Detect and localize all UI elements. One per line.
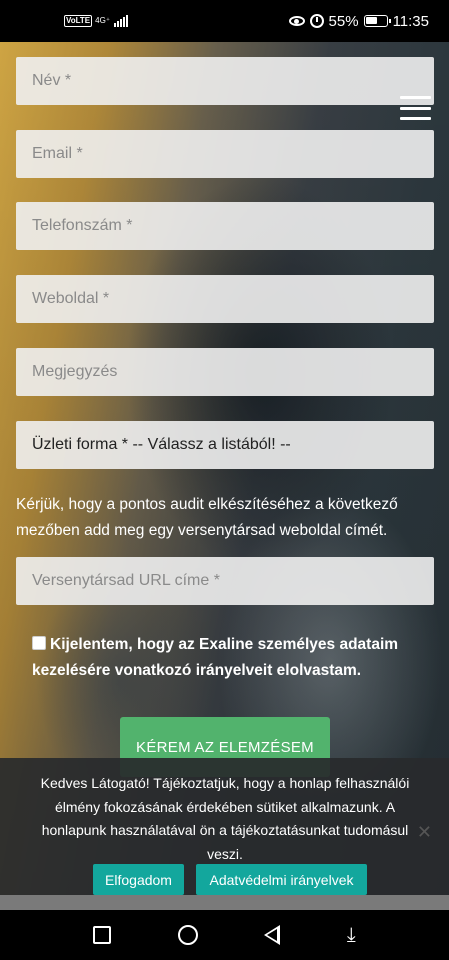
status-right: 55% 11:35 bbox=[288, 12, 429, 30]
eye-comfort-icon bbox=[288, 16, 305, 26]
status-left: VoLTE 4G⁺ bbox=[64, 15, 129, 27]
volte-badge: VoLTE bbox=[64, 15, 93, 27]
accept-cookies-button[interactable]: Elfogadom bbox=[93, 864, 184, 895]
consent-label[interactable]: Kijelentem, hogy az Exaline személyes ad… bbox=[32, 636, 398, 679]
consent-row: Kijelentem, hogy az Exaline személyes ad… bbox=[32, 632, 422, 684]
alarm-icon bbox=[309, 14, 324, 28]
name-input[interactable]: Név * bbox=[16, 57, 434, 105]
competitor-info-text: Kérjük, hogy a pontos audit elkészítéséh… bbox=[16, 496, 398, 539]
circle-home-icon[interactable] bbox=[177, 925, 198, 945]
hamburger-icon[interactable] bbox=[400, 96, 431, 120]
network-type: 4G⁺ bbox=[95, 16, 111, 25]
competitor-url-input[interactable]: Versenytársad URL címe * bbox=[16, 557, 434, 605]
consent-checkbox[interactable] bbox=[32, 636, 46, 650]
square-recents-icon[interactable] bbox=[93, 926, 112, 944]
signal-strength-icon bbox=[114, 15, 129, 27]
clock: 11:35 bbox=[392, 12, 429, 30]
battery-icon bbox=[363, 15, 391, 27]
close-icon[interactable]: ✕ bbox=[417, 822, 432, 843]
notification-pulldown-icon[interactable]: ⤓ bbox=[347, 925, 356, 945]
email-input[interactable]: Email * bbox=[16, 130, 434, 178]
website-input[interactable]: Weboldal * bbox=[16, 275, 434, 323]
system-nav-bar: ⤓ bbox=[0, 910, 449, 960]
status-bar: VoLTE 4G⁺ 55% 11:35 bbox=[0, 0, 449, 42]
cookie-banner: Kedves Látogató! Tájékoztatjuk, hogy a h… bbox=[0, 758, 449, 896]
note-input[interactable]: Megjegyzés bbox=[16, 348, 434, 396]
battery-percent: 55% bbox=[328, 12, 359, 30]
triangle-back-icon[interactable] bbox=[264, 925, 281, 945]
footer-strip bbox=[0, 895, 449, 910]
cookie-notice-text: Kedves Látogató! Tájékoztatjuk, hogy a h… bbox=[40, 775, 410, 862]
phone-input[interactable]: Telefonszám * bbox=[16, 202, 434, 250]
business-form-select[interactable]: Üzleti forma * -- Válassz a listából! -- bbox=[16, 421, 434, 469]
privacy-policy-button[interactable]: Adatvédelmi irányelvek bbox=[196, 864, 367, 895]
